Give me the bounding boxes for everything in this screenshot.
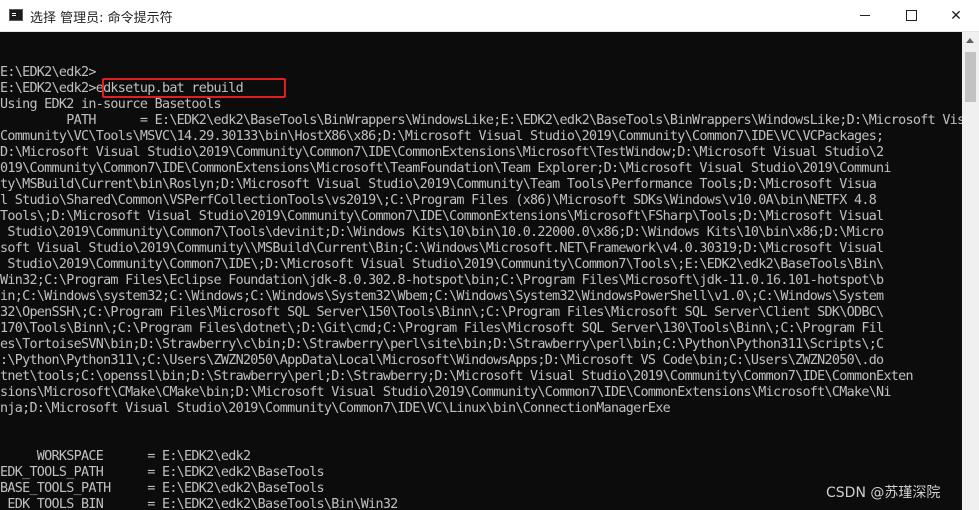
console-line: ty\MSBuild\Current\bin\Roslyn;D:\Microso… <box>0 177 877 192</box>
console-line: Community\VC\Tools\MSVC\14.29.30133\bin\… <box>0 129 884 144</box>
console-line: tnet\tools;C:\openssl\bin;D:\Strawberry\… <box>0 369 914 384</box>
console-line: in;C:\Windows\system32;C:\Windows;C:\Win… <box>0 289 884 304</box>
close-button[interactable]: ✕ <box>933 0 979 31</box>
console-line: nja;D:\Microsoft Visual Studio\2019\Comm… <box>0 401 671 416</box>
window-title: 选择 管理员: 命令提示符 <box>30 11 173 26</box>
console-text: E:\EDK2\edk2> E:\EDK2\edk2>edksetup.bat r… <box>0 32 962 510</box>
console-line: 019\Community\Common7\IDE\CommonExtensio… <box>0 161 891 176</box>
console-line: EDK_TOOLS_BIN = E:\EDK2\edk2\BaseTools\B… <box>0 497 398 510</box>
maximize-button[interactable] <box>888 0 934 31</box>
console-line: Studio\2019\Community\Common7\Tools\devi… <box>0 225 884 240</box>
console-line: Studio\2019\Community\Common7\IDE\;D:\Mi… <box>0 257 884 272</box>
console-line: Win32;C:\Program Files\Eclipse Foundatio… <box>0 273 884 288</box>
vertical-scrollbar[interactable] <box>962 32 979 510</box>
console-line: l Studio\Shared\Common\VSPerfCollectionT… <box>0 193 877 208</box>
console-line: Using EDK2 in-source Basetools <box>0 97 222 112</box>
command-highlight-box <box>102 78 286 98</box>
console-line: :\Python\Python311\;C:\Users\ZWZN2050\Ap… <box>0 353 884 368</box>
console-line: WORKSPACE = E:\EDK2\edk2 <box>0 449 251 464</box>
console-line: PATH = E:\EDK2\edk2\BaseTools\BinWrapper… <box>66 113 962 128</box>
console-line: es\TortoiseSVN\bin;D:\Strawberry\c\bin;D… <box>0 337 884 352</box>
command-line: E:\EDK2\edk2>edksetup.bat rebuild <box>0 78 962 98</box>
console-line: EDK_TOOLS_PATH = E:\EDK2\edk2\BaseTools <box>0 465 325 480</box>
minimize-icon <box>860 15 870 16</box>
console-line: soft Visual Studio\2019\Community\\MSBui… <box>0 241 884 256</box>
console-line: 32\OpenSSH\;C:\Program Files\Microsoft S… <box>0 305 884 320</box>
console-output[interactable]: E:\EDK2\edk2> E:\EDK2\edk2>edksetup.bat r… <box>0 32 962 510</box>
console-line: 170\Tools\Binn\;C:\Program Files\dotnet\… <box>0 321 884 336</box>
maximize-icon <box>905 10 917 21</box>
console-line: sions\Microsoft\CMake\CMake\bin;D:\Micro… <box>0 385 891 400</box>
scroll-up-icon[interactable] <box>966 38 974 43</box>
console-lines-after: Using EDK2 in-source Basetools PATH = E:… <box>0 97 962 510</box>
scroll-thumb[interactable] <box>965 52 976 102</box>
console-line: D:\Microsoft Visual Studio\2019\Communit… <box>0 145 884 160</box>
csdn-watermark: CSDN @苏瑾深院 <box>826 485 941 501</box>
minimize-button[interactable] <box>842 0 888 31</box>
console-line: BASE_TOOLS_PATH = E:\EDK2\edk2\BaseTools <box>0 481 325 496</box>
console-line: Tools\;D:\Microsoft Visual Studio\2019\C… <box>0 209 884 224</box>
close-icon: ✕ <box>950 7 962 24</box>
window-titlebar[interactable]: 选择 管理员: 命令提示符 ✕ <box>0 0 979 32</box>
cmd-console-icon <box>9 9 23 21</box>
